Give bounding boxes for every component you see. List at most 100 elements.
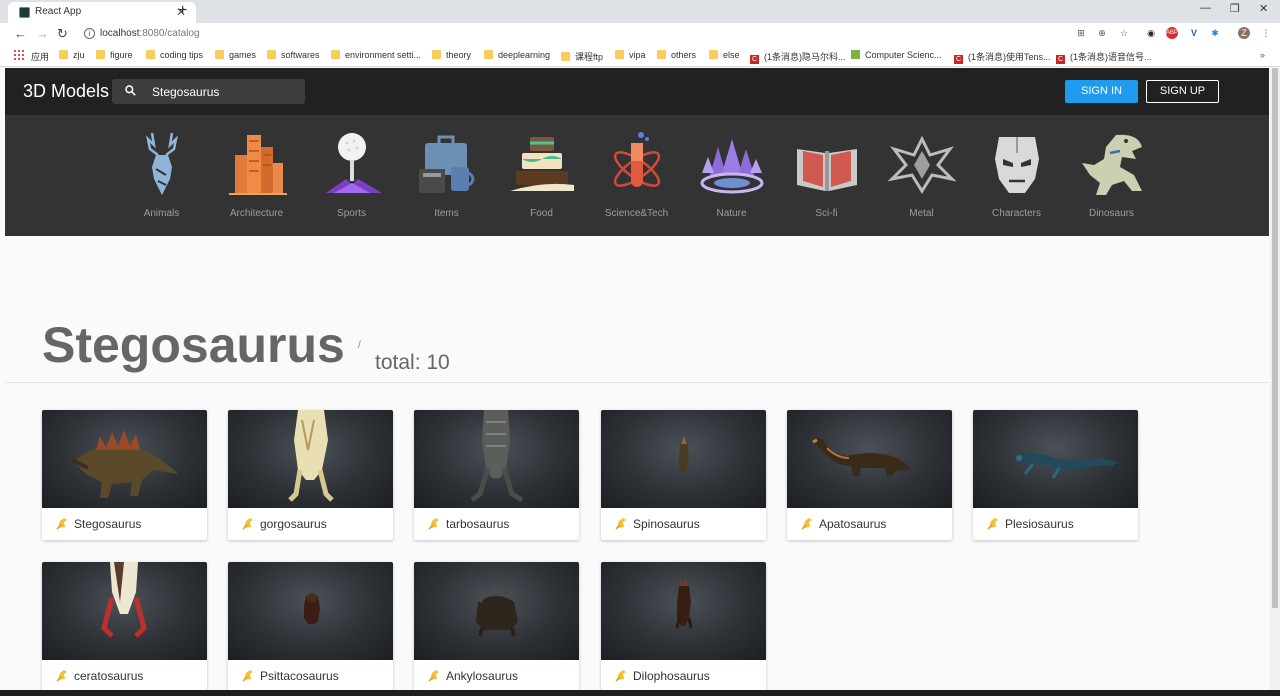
v-extension-icon[interactable]: V [1188, 27, 1200, 39]
model-name[interactable]: Ankylosaurus [446, 669, 518, 683]
model-thumbnail[interactable] [601, 562, 766, 660]
bookmark-folder[interactable]: zju [59, 50, 85, 60]
minimize-icon[interactable]: — [1200, 2, 1211, 14]
bookmark-folder[interactable]: others [657, 50, 696, 60]
model-thumbnail[interactable] [414, 410, 579, 508]
model-thumbnail[interactable] [228, 562, 393, 660]
bookmark-folder[interactable]: figure [96, 50, 133, 60]
category-label: Food [530, 208, 553, 219]
category-sports[interactable]: Sports [304, 129, 399, 229]
model-thumbnail[interactable] [787, 410, 952, 508]
model-thumbnail[interactable] [973, 410, 1138, 508]
forward-icon[interactable]: → [36, 26, 49, 42]
model-thumbnail[interactable] [414, 562, 579, 660]
puzzle-extension-icon[interactable]: ✱ [1209, 27, 1221, 39]
sign-up-button[interactable]: SIGN UP [1146, 80, 1219, 103]
divider [5, 382, 1269, 383]
bookmark-folder[interactable]: softwares [267, 50, 320, 60]
dinosaur-badge-icon [56, 518, 67, 530]
browser-tab[interactable]: React App ✕ [8, 2, 196, 23]
glasses-extension-icon[interactable]: ◉ [1145, 27, 1157, 39]
bookmark-link[interactable]: C (1条消息)使用Tens... [954, 50, 1051, 64]
reload-icon[interactable]: ↻ [57, 26, 68, 42]
category-nature[interactable]: Nature [684, 129, 779, 229]
model-name[interactable]: Psittacosaurus [260, 669, 339, 683]
bookmark-folder[interactable]: deeplearning [484, 50, 550, 60]
site-icon [851, 50, 860, 59]
page-scrollbar[interactable] [1270, 68, 1280, 690]
bookmark-folder[interactable]: 课程ftp [561, 50, 603, 63]
bookmark-folder[interactable]: theory [432, 50, 471, 60]
model-name[interactable]: ceratosaurus [74, 669, 143, 683]
apps-grid-icon[interactable] [14, 50, 24, 60]
bookmark-folder[interactable]: games [215, 50, 256, 60]
close-window-icon[interactable]: ✕ [1259, 2, 1268, 15]
category-label: Animals [143, 208, 180, 219]
address-bar: ← → ↻ i localhost:8080/catalog ⊞ ⊕ ☆ ◉ A… [0, 23, 1280, 45]
model-card[interactable]: Dilophosaurus [601, 562, 766, 692]
star-icon[interactable]: ☆ [1118, 27, 1130, 39]
category-food[interactable]: Food [494, 129, 589, 229]
model-card[interactable]: Stegosaurus [42, 410, 207, 540]
category-sci-fi[interactable]: Sci-fi [779, 129, 874, 229]
model-name[interactable]: Stegosaurus [74, 517, 141, 531]
bookmark-folder[interactable]: vipa [615, 50, 646, 60]
bookmark-folder[interactable]: environment setti... [331, 50, 421, 60]
category-metal[interactable]: Metal [874, 129, 969, 229]
model-thumbnail[interactable] [601, 410, 766, 508]
bookmark-link[interactable]: C (1条消息)隐马尔科... [750, 50, 846, 64]
info-icon[interactable]: i [84, 28, 95, 39]
iron-mask-icon [995, 137, 1039, 193]
model-card[interactable]: Psittacosaurus [228, 562, 393, 692]
category-science-tech[interactable]: Science&Tech [589, 129, 684, 229]
search-input[interactable] [152, 83, 297, 100]
model-card[interactable]: Ankylosaurus [414, 562, 579, 692]
model-name[interactable]: Plesiosaurus [1005, 517, 1074, 531]
model-card[interactable]: Plesiosaurus [973, 410, 1138, 540]
zoom-icon[interactable]: ⊕ [1096, 27, 1108, 39]
model-thumbnail[interactable] [228, 410, 393, 508]
category-items[interactable]: Items [399, 129, 494, 229]
trex-icon [1082, 134, 1142, 195]
translate-icon[interactable]: ⊞ [1075, 27, 1087, 39]
category-dinosaurs[interactable]: Dinosaurs [1064, 129, 1159, 229]
bookmark-link[interactable]: C (1条消息)语音信号... [1056, 50, 1152, 64]
category-animals[interactable]: Animals [114, 129, 209, 229]
back-icon[interactable]: ← [14, 26, 27, 42]
test-tube-icon [613, 132, 661, 187]
profile-avatar[interactable]: Z [1238, 27, 1250, 39]
model-name[interactable]: Apatosaurus [819, 517, 886, 531]
model-name[interactable]: Spinosaurus [633, 517, 700, 531]
model-card[interactable]: tarbosaurus [414, 410, 579, 540]
model-card[interactable]: gorgosaurus [228, 410, 393, 540]
scrollbar-thumb[interactable] [1272, 68, 1278, 608]
url-field[interactable]: i localhost:8080/catalog [78, 25, 1078, 43]
bookmark-folder[interactable]: else [709, 50, 740, 60]
site-logo[interactable]: 3D Models [23, 81, 109, 102]
model-name[interactable]: Dilophosaurus [633, 669, 710, 683]
browser-tab-bar: React App ✕ + — ❐ ✕ [0, 0, 1280, 23]
new-tab-icon[interactable]: + [178, 1, 187, 21]
model-thumbnail[interactable] [42, 562, 207, 660]
bookmark-apps[interactable]: 应用 [31, 50, 49, 63]
adblock-icon[interactable]: ABP [1166, 27, 1178, 39]
briefcase-icon [419, 135, 475, 193]
model-thumbnail[interactable] [42, 410, 207, 508]
search-icon[interactable] [125, 85, 136, 96]
model-card[interactable]: ceratosaurus [42, 562, 207, 692]
model-name[interactable]: tarbosaurus [446, 517, 509, 531]
category-label: Sports [337, 208, 366, 219]
more-bookmarks-icon[interactable]: » [1260, 50, 1265, 60]
bookmark-folder[interactable]: coding tips [146, 50, 203, 60]
menu-dots-icon[interactable]: ⋮ [1260, 27, 1272, 39]
model-card[interactable]: Spinosaurus [601, 410, 766, 540]
folder-icon [59, 50, 68, 59]
model-card[interactable]: Apatosaurus [787, 410, 952, 540]
category-characters[interactable]: Characters [969, 129, 1064, 229]
sign-in-button[interactable]: SIGN IN [1065, 80, 1138, 103]
bookmark-link[interactable]: Computer Scienc... [851, 50, 942, 60]
folder-icon [215, 50, 224, 59]
restore-icon[interactable]: ❐ [1230, 2, 1240, 15]
model-name[interactable]: gorgosaurus [260, 517, 327, 531]
category-architecture[interactable]: Architecture [209, 129, 304, 229]
